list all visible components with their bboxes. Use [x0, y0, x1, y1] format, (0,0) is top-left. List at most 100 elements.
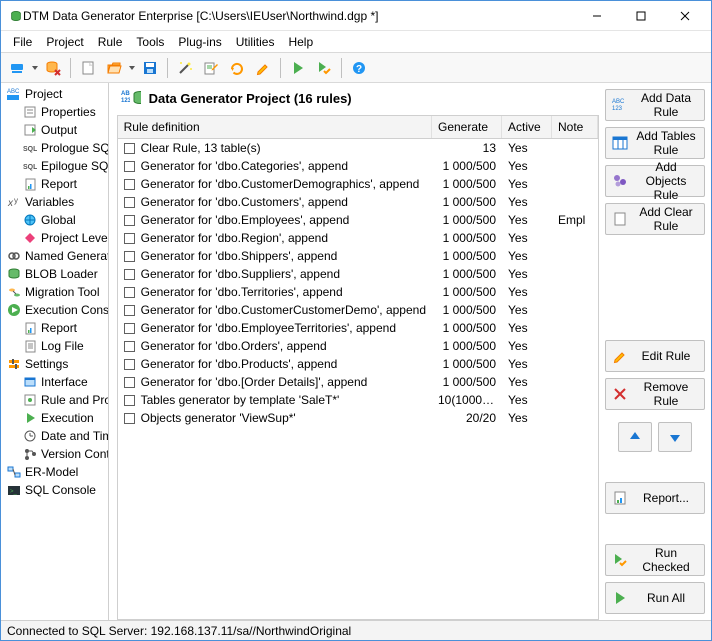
row-checkbox[interactable]: [124, 323, 135, 334]
tree-properties[interactable]: Properties: [3, 103, 108, 121]
toolbar-connect-icon[interactable]: [5, 56, 29, 80]
toolbar-refresh-icon[interactable]: [225, 56, 249, 80]
tree-project-level[interactable]: Project Level: [3, 229, 108, 247]
tree-migration-tool[interactable]: Migration Tool: [3, 283, 108, 301]
rule-generate: 1 000/500: [432, 177, 502, 191]
tree-label: Epilogue SQL: [41, 159, 109, 173]
col-generate[interactable]: Generate: [432, 116, 502, 138]
toolbar-wand-icon[interactable]: [173, 56, 197, 80]
tree-sql-console[interactable]: >_SQL Console: [3, 481, 108, 499]
table-row[interactable]: Generator for 'dbo.[Order Details]', app…: [118, 373, 598, 391]
table-row[interactable]: Generator for 'dbo.Region', append1 000/…: [118, 229, 598, 247]
tree-execution[interactable]: Execution: [3, 409, 108, 427]
menu-tools[interactable]: Tools: [130, 33, 170, 51]
run-all-button[interactable]: Run All: [605, 582, 705, 614]
row-checkbox[interactable]: [124, 341, 135, 352]
tree-date-and-time[interactable]: Date and Time: [3, 427, 108, 445]
row-checkbox[interactable]: [124, 305, 135, 316]
delete-icon: [612, 386, 628, 402]
table-row[interactable]: Generator for 'dbo.Orders', append1 000/…: [118, 337, 598, 355]
table-row[interactable]: Generator for 'dbo.Territories', append1…: [118, 283, 598, 301]
row-checkbox[interactable]: [124, 359, 135, 370]
row-checkbox[interactable]: [124, 395, 135, 406]
table-row[interactable]: Clear Rule, 13 table(s)13Yes: [118, 139, 598, 157]
menu-file[interactable]: File: [7, 33, 38, 51]
table-row[interactable]: Tables generator by template 'SaleT*'10(…: [118, 391, 598, 409]
table-row[interactable]: Generator for 'dbo.Suppliers', append1 0…: [118, 265, 598, 283]
row-checkbox[interactable]: [124, 287, 135, 298]
col-rule-definition[interactable]: Rule definition: [118, 116, 432, 138]
table-row[interactable]: Generator for 'dbo.EmployeeTerritories',…: [118, 319, 598, 337]
grid-body[interactable]: Clear Rule, 13 table(s)13YesGenerator fo…: [118, 139, 598, 619]
toolbar-delete-db-icon[interactable]: [41, 56, 65, 80]
row-checkbox[interactable]: [124, 179, 135, 190]
minimize-button[interactable]: [575, 2, 619, 30]
table-row[interactable]: Generator for 'dbo.Customers', append1 0…: [118, 193, 598, 211]
toolbar-run-icon[interactable]: [286, 56, 310, 80]
edit-rule-button[interactable]: Edit Rule: [605, 340, 705, 372]
toolbar-save-icon[interactable]: [138, 56, 162, 80]
tree-variables[interactable]: xyVariables: [3, 193, 108, 211]
tree-report[interactable]: Report: [3, 319, 108, 337]
toolbar-pencil-icon[interactable]: [251, 56, 275, 80]
toolbar-run-checked-icon[interactable]: [312, 56, 336, 80]
tree-project[interactable]: ABCProject: [3, 85, 108, 103]
toolbar-new-icon[interactable]: [76, 56, 100, 80]
row-checkbox[interactable]: [124, 161, 135, 172]
tree-output[interactable]: Output: [3, 121, 108, 139]
toolbar-open-icon[interactable]: [102, 56, 126, 80]
add-clear-rule-button[interactable]: Add Clear Rule: [605, 203, 705, 235]
main-header-title: Data Generator Project (16 rules): [149, 91, 352, 106]
row-checkbox[interactable]: [124, 269, 135, 280]
tree-named-generators[interactable]: Named Generators: [3, 247, 108, 265]
add-data-rule-button[interactable]: ABC123 Add Data Rule: [605, 89, 705, 121]
col-active[interactable]: Active: [502, 116, 552, 138]
dropdown-icon[interactable]: [128, 66, 136, 70]
table-row[interactable]: Generator for 'dbo.Employees', append1 0…: [118, 211, 598, 229]
table-row[interactable]: Objects generator 'ViewSup*'20/20Yes: [118, 409, 598, 427]
close-button[interactable]: [663, 2, 707, 30]
tree-blob-loader[interactable]: BLOB Loader: [3, 265, 108, 283]
toolbar-edit-icon[interactable]: [199, 56, 223, 80]
menu-plug-ins[interactable]: Plug-ins: [172, 33, 227, 51]
tree-global[interactable]: Global: [3, 211, 108, 229]
tree-version-control[interactable]: Version Control: [3, 445, 108, 463]
row-checkbox[interactable]: [124, 413, 135, 424]
move-up-button[interactable]: [618, 422, 652, 452]
report-button[interactable]: Report...: [605, 482, 705, 514]
table-row[interactable]: Generator for 'dbo.CustomerDemographics'…: [118, 175, 598, 193]
row-checkbox[interactable]: [124, 197, 135, 208]
menu-help[interactable]: Help: [282, 33, 319, 51]
row-checkbox[interactable]: [124, 143, 135, 154]
table-row[interactable]: Generator for 'dbo.CustomerCustomerDemo'…: [118, 301, 598, 319]
tree-prologue-sql[interactable]: SQLPrologue SQL: [3, 139, 108, 157]
row-checkbox[interactable]: [124, 377, 135, 388]
tree-execution-console[interactable]: Execution Console: [3, 301, 108, 319]
tree-log-file[interactable]: Log File: [3, 337, 108, 355]
row-checkbox[interactable]: [124, 215, 135, 226]
add-objects-rule-button[interactable]: Add Objects Rule: [605, 165, 705, 197]
tree-settings[interactable]: Settings: [3, 355, 108, 373]
tree-report[interactable]: Report: [3, 175, 108, 193]
table-row[interactable]: Generator for 'dbo.Shippers', append1 00…: [118, 247, 598, 265]
tree-rule-and-project[interactable]: Rule and Project: [3, 391, 108, 409]
menu-utilities[interactable]: Utilities: [230, 33, 281, 51]
run-checked-button[interactable]: Run Checked: [605, 544, 705, 576]
table-row[interactable]: Generator for 'dbo.Products', append1 00…: [118, 355, 598, 373]
tree-interface[interactable]: Interface: [3, 373, 108, 391]
add-tables-rule-button[interactable]: Add Tables Rule: [605, 127, 705, 159]
remove-rule-button[interactable]: Remove Rule: [605, 378, 705, 410]
tree-label: ER-Model: [25, 465, 78, 479]
col-note[interactable]: Note: [552, 116, 598, 138]
toolbar-help-icon[interactable]: ?: [347, 56, 371, 80]
dropdown-icon[interactable]: [31, 66, 39, 70]
move-down-button[interactable]: [658, 422, 692, 452]
tree-er-model[interactable]: ER-Model: [3, 463, 108, 481]
menu-rule[interactable]: Rule: [92, 33, 129, 51]
tree-epilogue-sql[interactable]: SQLEpilogue SQL: [3, 157, 108, 175]
table-row[interactable]: Generator for 'dbo.Categories', append1 …: [118, 157, 598, 175]
row-checkbox[interactable]: [124, 251, 135, 262]
menu-project[interactable]: Project: [40, 33, 89, 51]
row-checkbox[interactable]: [124, 233, 135, 244]
maximize-button[interactable]: [619, 2, 663, 30]
